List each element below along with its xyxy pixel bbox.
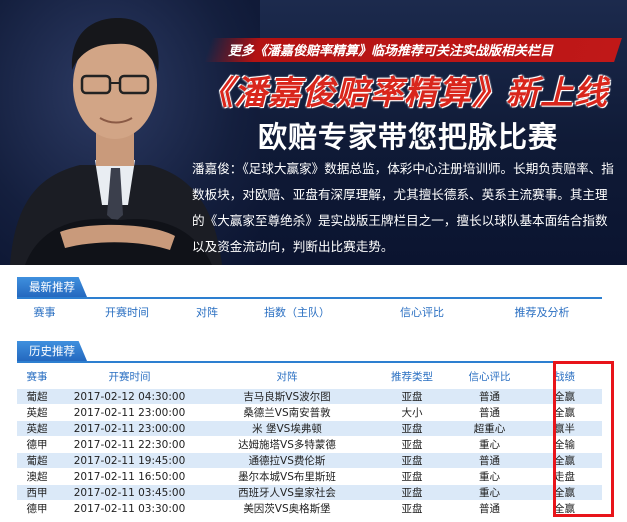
history-header-row: 赛事 开赛时间 对阵 推荐类型 信心评比 战绩	[17, 363, 602, 389]
cell-time: 2017-02-11 03:30:00	[57, 500, 202, 517]
cell-time: 2017-02-11 23:00:00	[57, 420, 202, 437]
cell-type: 亚盘	[372, 420, 452, 437]
col-confidence: 信心评比	[468, 370, 511, 383]
latest-col-match: 对阵	[196, 306, 218, 319]
banner-subtitle: 欧赔专家带您把脉比赛	[258, 120, 559, 154]
cell-confidence: 普通	[452, 452, 527, 469]
cell-event: 葡超	[17, 452, 57, 469]
table-row[interactable]: 西甲 2017-02-11 03:45:00 西班牙人VS皇家社会 亚盘 重心 全赢	[17, 484, 602, 501]
cell-event: 葡超	[17, 389, 57, 405]
history-header: 历史推荐	[17, 341, 602, 363]
latest-section: 最新推荐 赛事 开赛时间 对阵 指数（主队） 信心评比 推荐及分析	[17, 277, 602, 325]
tab-latest[interactable]: 最新推荐	[17, 277, 87, 297]
cell-time: 2017-02-11 16:50:00	[57, 468, 202, 485]
cell-match: 达姆施塔VS多特蒙德	[202, 436, 372, 453]
table-row[interactable]: 英超 2017-02-11 23:00:00 桑德兰VS南安普敦 大小 普通 全赢	[17, 404, 602, 421]
latest-col-confidence: 信心评比	[400, 306, 444, 319]
cell-time: 2017-02-11 22:30:00	[57, 436, 202, 453]
cell-type: 亚盘	[372, 484, 452, 501]
latest-col-time: 开赛时间	[105, 306, 149, 319]
cell-confidence: 重心	[452, 468, 527, 485]
cell-time: 2017-02-11 19:45:00	[57, 452, 202, 469]
cell-type: 亚盘	[372, 452, 452, 469]
cell-time: 2017-02-11 23:00:00	[57, 404, 202, 421]
latest-columns: 赛事 开赛时间 对阵 指数（主队） 信心评比 推荐及分析	[17, 299, 602, 325]
cell-match: 通德拉VS费伦斯	[202, 452, 372, 469]
cell-match: 吉马良斯VS波尔图	[202, 389, 372, 405]
cell-event: 西甲	[17, 484, 57, 501]
table-row[interactable]: 英超 2017-02-11 23:00:00 米 堡VS埃弗顿 亚盘 超重心 赢半	[17, 420, 602, 437]
promo-strip-text: 更多《潘嘉俊赔率精算》临场推荐可关注实战版相关栏目	[228, 44, 554, 59]
cell-time: 2017-02-11 03:45:00	[57, 484, 202, 501]
cell-confidence: 普通	[452, 500, 527, 517]
cell-type: 亚盘	[372, 468, 452, 485]
col-type: 推荐类型	[391, 370, 433, 383]
table-row[interactable]: 德甲 2017-02-11 03:30:00 美因茨VS奥格斯堡 亚盘 普通 全赢	[17, 500, 602, 517]
cell-confidence: 普通	[452, 404, 527, 421]
cell-type: 亚盘	[372, 389, 452, 405]
cell-confidence: 超重心	[452, 420, 527, 437]
cell-time: 2017-02-12 04:30:00	[57, 389, 202, 405]
col-match: 对阵	[276, 370, 298, 383]
cell-match: 西班牙人VS皇家社会	[202, 484, 372, 501]
cell-confidence: 重心	[452, 484, 527, 501]
cell-event: 德甲	[17, 500, 57, 517]
banner-title: 《潘嘉俊赔率精算》新上线	[200, 73, 608, 112]
history-section: 历史推荐 赛事 开赛时间 对阵 推荐类型 信心评比 战绩 葡超 2017-02-1…	[17, 341, 602, 517]
cell-type: 亚盘	[372, 500, 452, 517]
cell-match: 美因茨VS奥格斯堡	[202, 500, 372, 517]
latest-col-index: 指数（主队）	[264, 306, 330, 319]
promo-banner: 更多《潘嘉俊赔率精算》临场推荐可关注实战版相关栏目 《潘嘉俊赔率精算》新上线 欧…	[0, 0, 627, 265]
cell-match: 米 堡VS埃弗顿	[202, 420, 372, 437]
cell-event: 英超	[17, 420, 57, 437]
table-row[interactable]: 德甲 2017-02-11 22:30:00 达姆施塔VS多特蒙德 亚盘 重心 全输	[17, 436, 602, 453]
col-event: 赛事	[26, 370, 48, 383]
latest-header: 最新推荐	[17, 277, 602, 299]
cell-event: 英超	[17, 404, 57, 421]
cell-type: 亚盘	[372, 436, 452, 453]
result-highlight-box	[553, 361, 614, 517]
cell-confidence: 普通	[452, 389, 527, 405]
col-time: 开赛时间	[108, 370, 151, 383]
cell-event: 德甲	[17, 436, 57, 453]
history-table: 赛事 开赛时间 对阵 推荐类型 信心评比 战绩 葡超 2017-02-12 04:…	[17, 363, 602, 517]
cell-match: 墨尔本城VS布里斯班	[202, 468, 372, 485]
latest-col-event: 赛事	[33, 306, 56, 319]
cell-event: 澳超	[17, 468, 57, 485]
cell-match: 桑德兰VS南安普敦	[202, 404, 372, 421]
expert-description: 潘嘉俊：《足球大赢家》数据总监，体彩中心注册培训师。长期负责赔率、指数板块，对欧…	[192, 161, 614, 254]
table-row[interactable]: 葡超 2017-02-12 04:30:00 吉马良斯VS波尔图 亚盘 普通 全赢	[17, 389, 602, 405]
table-row[interactable]: 澳超 2017-02-11 16:50:00 墨尔本城VS布里斯班 亚盘 重心 走盘	[17, 468, 602, 485]
latest-col-analysis: 推荐及分析	[514, 306, 570, 319]
cell-type: 大小	[372, 404, 452, 421]
table-row[interactable]: 葡超 2017-02-11 19:45:00 通德拉VS费伦斯 亚盘 普通 全赢	[17, 452, 602, 469]
cell-confidence: 重心	[452, 436, 527, 453]
tab-history[interactable]: 历史推荐	[17, 341, 87, 361]
